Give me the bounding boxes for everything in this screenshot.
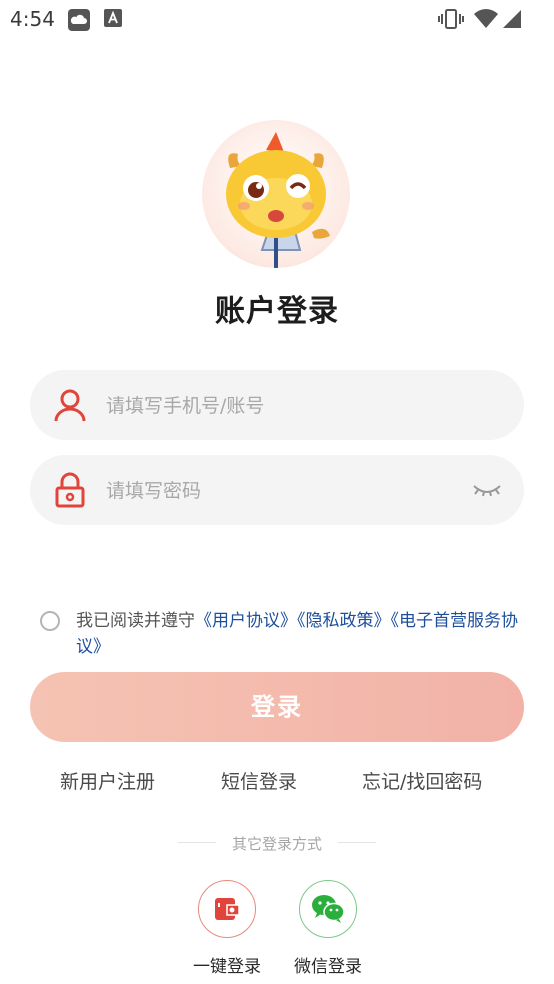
divider-right xyxy=(338,842,376,843)
wechat-icon xyxy=(311,894,345,928)
dragon-mascot-image xyxy=(226,132,330,268)
password-field[interactable] xyxy=(30,455,524,525)
vibrate-icon xyxy=(438,9,464,33)
font-download-icon xyxy=(104,9,122,31)
password-input[interactable] xyxy=(104,471,468,511)
status-time: 4:54 xyxy=(10,7,55,31)
agreement-checkbox[interactable] xyxy=(40,611,60,631)
other-methods-divider: 其它登录方式 xyxy=(0,831,554,855)
one-click-login-label: 一键登录 xyxy=(193,957,261,977)
cloud-icon xyxy=(68,9,90,35)
wechat-login-label: 微信登录 xyxy=(294,957,362,977)
agreement-prefix: 我已阅读并遵守 xyxy=(76,611,195,631)
sms-login-link[interactable]: 短信登录 xyxy=(221,767,297,794)
signal-icon xyxy=(502,9,522,33)
wechat-login-button[interactable] xyxy=(299,880,357,938)
login-button[interactable]: 登录 xyxy=(30,672,524,742)
register-link[interactable]: 新用户注册 xyxy=(60,767,155,794)
privacy-policy-link[interactable]: 《隐私政策》 xyxy=(297,611,391,631)
status-bar: 4:54 xyxy=(0,0,554,38)
page-title: 账户登录 xyxy=(215,294,339,329)
one-click-login-button[interactable] xyxy=(198,880,256,938)
user-agreement-link[interactable]: 《用户协议》 xyxy=(195,611,297,631)
phone-field[interactable] xyxy=(30,370,524,440)
forgot-password-link[interactable]: 忘记/找回密码 xyxy=(362,767,482,794)
phone-input[interactable] xyxy=(104,386,468,426)
one-click-login-icon xyxy=(213,895,241,927)
other-methods-label: 其它登录方式 xyxy=(231,835,322,853)
user-icon xyxy=(52,387,88,427)
lock-icon xyxy=(52,472,88,512)
avatar xyxy=(202,120,350,268)
wifi-icon xyxy=(474,9,498,33)
eye-closed-icon[interactable] xyxy=(472,482,502,502)
agreement-text: 我已阅读并遵守《用户协议》《隐私政策》《电子首营服务协议》 xyxy=(76,608,526,660)
